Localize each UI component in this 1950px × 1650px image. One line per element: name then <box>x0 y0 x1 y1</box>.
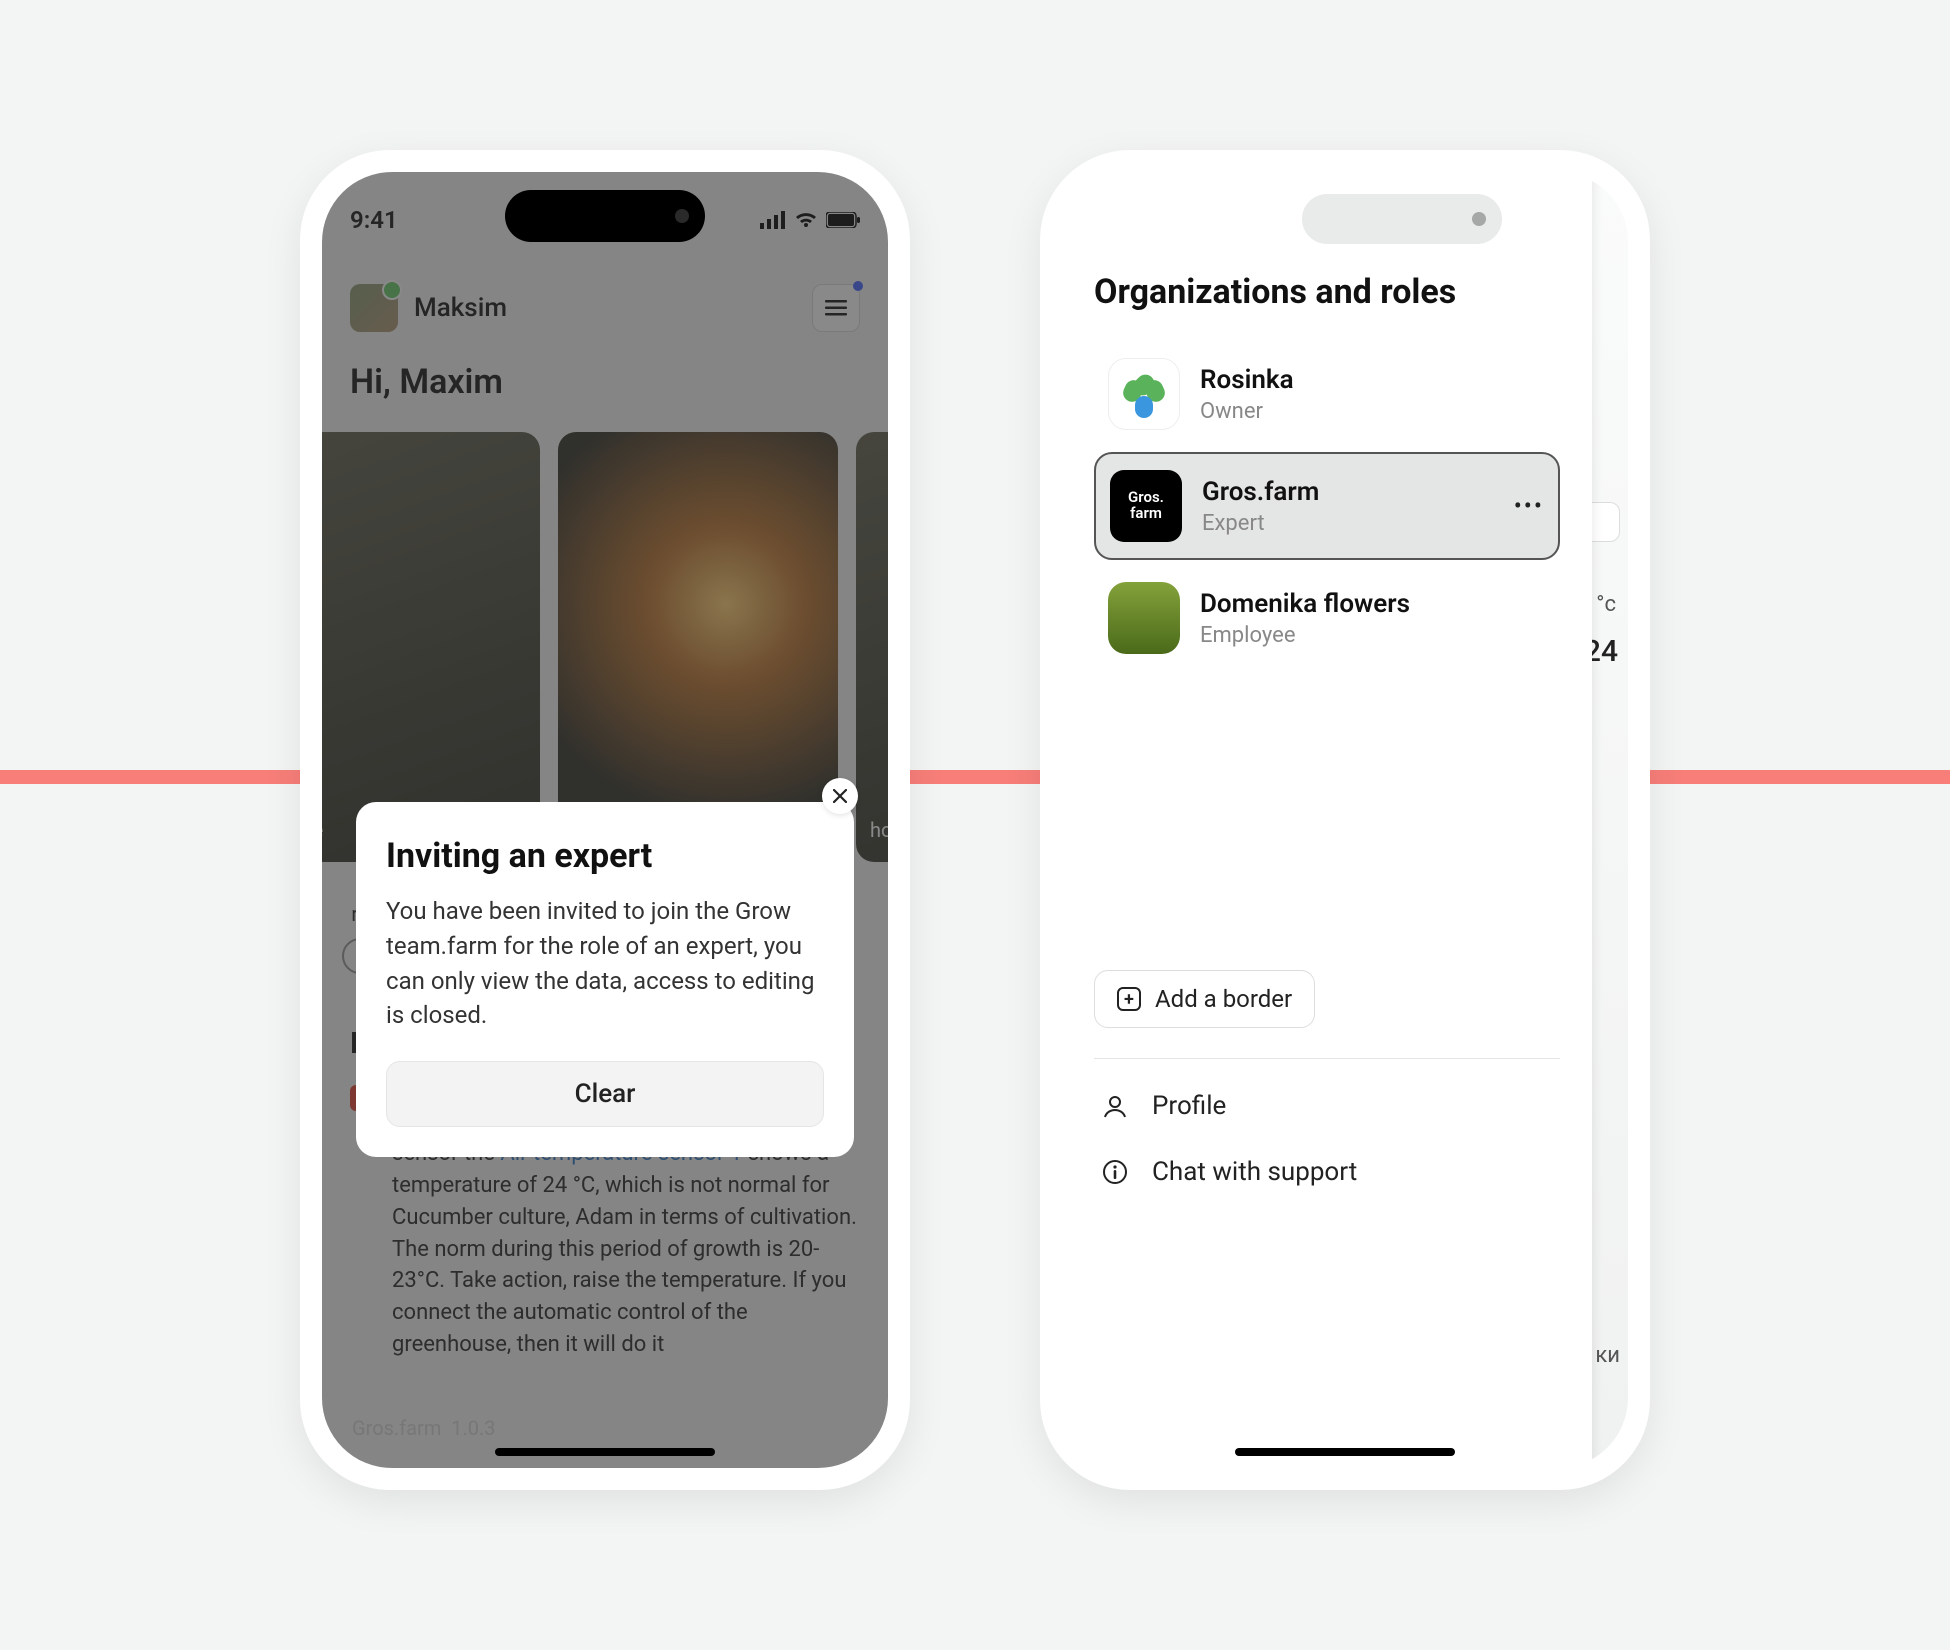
org-name: Rosinka <box>1200 365 1294 395</box>
side-drawer: Organizations and roles Rosinka Owner Gr… <box>1062 172 1592 1468</box>
background-unit: °c <box>1596 592 1616 617</box>
org-list: Rosinka Owner Gros.farm Gros.farm Expert… <box>1094 342 1560 670</box>
org-logo: Gros.farm <box>1110 470 1182 542</box>
divider <box>1094 1058 1560 1059</box>
org-role: Expert <box>1202 511 1319 536</box>
accent-divider <box>0 770 1950 784</box>
org-item-domenika[interactable]: Domenika flowers Employee <box>1094 566 1560 670</box>
org-name: Domenika flowers <box>1200 589 1410 619</box>
drawer-title: Organizations and roles <box>1094 272 1560 312</box>
modal-body: You have been invited to join the Grow t… <box>386 894 824 1033</box>
modal-title: Inviting an expert <box>386 836 824 876</box>
profile-label: Profile <box>1152 1091 1226 1121</box>
org-item-rosinka[interactable]: Rosinka Owner <box>1094 342 1560 446</box>
footer-brand: Gros.farm 1.0.3 <box>352 1416 496 1440</box>
org-item-grosfarm[interactable]: Gros.farm Gros.farm Expert ••• <box>1094 452 1560 560</box>
profile-link[interactable]: Profile <box>1094 1073 1560 1139</box>
dynamic-island <box>1302 194 1502 244</box>
background-text: ки <box>1595 1343 1620 1368</box>
dynamic-island <box>505 190 705 242</box>
home-indicator <box>495 1448 715 1456</box>
plus-icon: + <box>1117 987 1141 1011</box>
close-button[interactable] <box>822 778 858 814</box>
org-name: Gros.farm <box>1202 477 1319 507</box>
close-icon <box>833 789 847 803</box>
org-logo <box>1108 358 1180 430</box>
phone-mock-right: °c 24 ки Organizations and roles Rosinka… <box>1040 150 1650 1490</box>
phone-mock-left: 9:41 Maksim Hi, Maxim ouse <box>300 150 910 1490</box>
org-logo <box>1108 582 1180 654</box>
profile-icon <box>1100 1091 1130 1121</box>
more-icon[interactable]: ••• <box>1514 492 1544 520</box>
add-border-label: Add a border <box>1155 985 1292 1013</box>
home-indicator <box>1235 1448 1455 1456</box>
invite-modal: Inviting an expert You have been invited… <box>356 802 854 1157</box>
chat-label: Chat with support <box>1152 1157 1357 1187</box>
info-icon <box>1100 1157 1130 1187</box>
add-border-button[interactable]: + Add a border <box>1094 970 1315 1028</box>
org-role: Employee <box>1200 623 1410 648</box>
chat-support-link[interactable]: Chat with support <box>1094 1139 1560 1205</box>
clear-button[interactable]: Clear <box>386 1061 824 1127</box>
org-role: Owner <box>1200 399 1294 424</box>
